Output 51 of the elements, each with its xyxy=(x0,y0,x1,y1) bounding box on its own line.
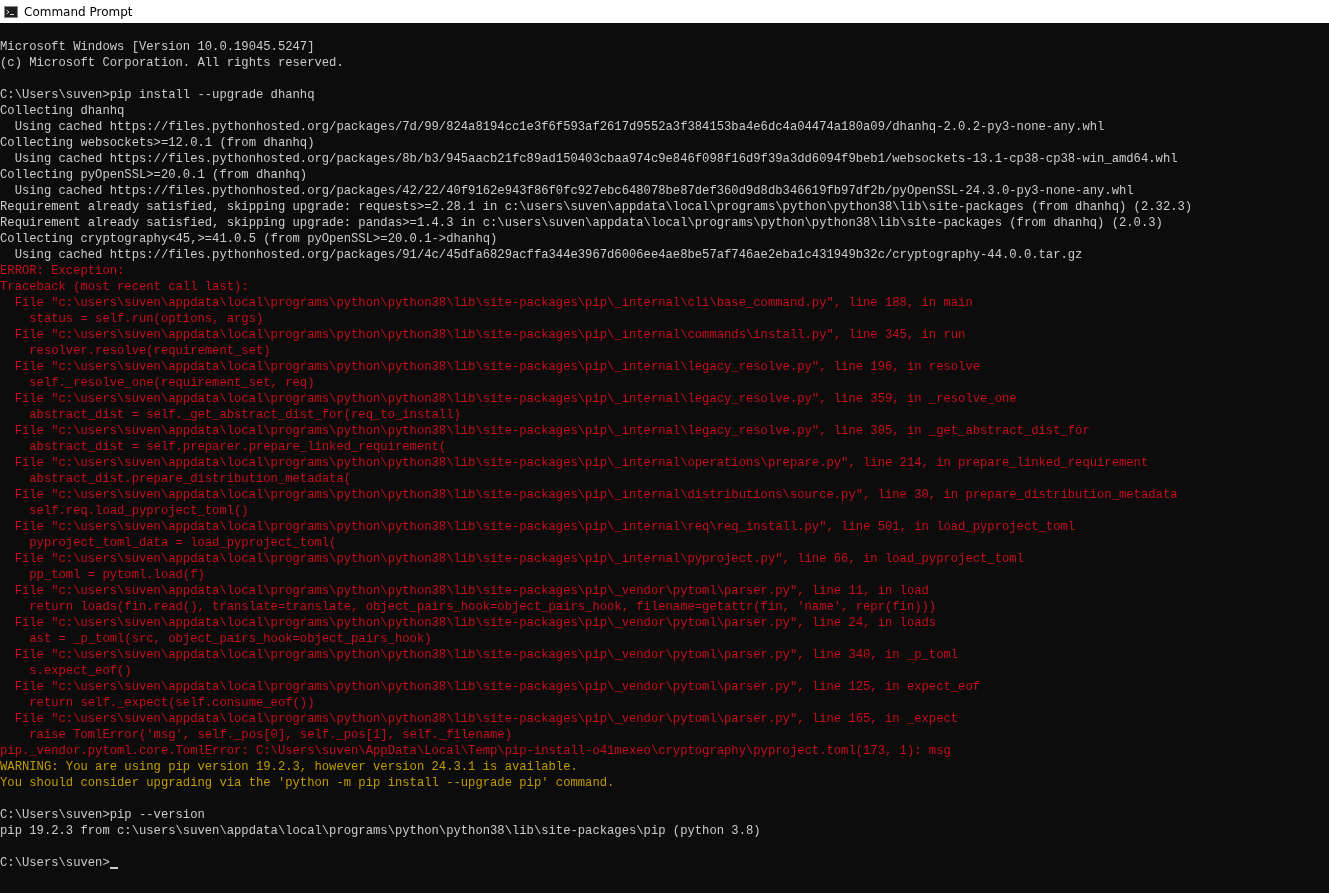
console-line: File "c:\users\suven\appdata\local\programs\python\python38\lib\site-packages\pip\_vendor\pytoml\parser.py", line 340, in _p_toml xyxy=(13,647,959,663)
console-line: Using cached https://files.pythonhosted.org/packages/91/4c/45dfa6829acffa344e3967d6006ee4ae8be57af746ae2eba1c431949b32c/cryptography-44.0.0.tar.gz xyxy=(13,247,1083,263)
console-line: Requirement already satisfied, skipping upgrade: pandas>=1.4.3 in c:\users\suven\appdata\local\programs\python\python38\lib\site-packages (from dhanhq) (2.0.3) xyxy=(0,215,1163,231)
console-line: File "c:\users\suven\appdata\local\programs\python\python38\lib\site-packages\pip\_vendor\pytoml\parser.py", line 24, in loads xyxy=(13,615,937,631)
console-line: File "c:\users\suven\appdata\local\programs\python\python38\lib\site-packages\pip\_internal\distributions\source.py", line 30, in prepare_distribution_metadata xyxy=(13,487,1178,503)
console-line: C:\Users\suven>pip --version xyxy=(0,807,205,823)
console-line: pip._vendor.pytoml.core.TomlError: C:\Users\suven\AppData\Local\Temp\pip-install-o41mexeo\cryptography\pyproject.toml(173, 1): msg xyxy=(0,743,951,759)
console-line: File "c:\users\suven\appdata\local\programs\python\python38\lib\site-packages\pip\_internal\cli\base_command.py", line 188, in main xyxy=(13,295,973,311)
console-line: Using cached https://files.pythonhosted.org/packages/42/22/40f9162e943f86f0fc927ebc648078be87def360d9d8db346619fb97df2b/pyOpenSSL-24.3.0-py3-none-any.whl xyxy=(13,183,1134,199)
console-line: Using cached https://files.pythonhosted.org/packages/8b/b3/945aacb21fc89ad150403cbaa974c9e846f098f16d9f39a3dd6094f9beb1/websockets-13.1-cp38-cp38-win_amd64.whl xyxy=(13,151,1178,167)
console-line: File "c:\users\suven\appdata\local\programs\python\python38\lib\site-packages\pip\_internal\legacy_resolve.py", line 359, in _resolve_one xyxy=(13,391,1017,407)
console-line: abstract_dist = self._get_abstract_dist_for(req_to_install) xyxy=(28,407,461,423)
window-title: Command Prompt xyxy=(24,4,133,19)
console-line: Collecting pyOpenSSL>=20.0.1 (from dhanhq) xyxy=(0,167,308,183)
console-line: File "c:\users\suven\appdata\local\programs\python\python38\lib\site-packages\pip\_vendor\pytoml\parser.py", line 165, in _expect xyxy=(13,711,959,727)
console-line: raise TomlError('msg', self._pos[0], self._pos[1], self._filename) xyxy=(28,727,512,743)
console-line: return loads(fin.read(), translate=translate, object_pairs_hook=object_pairs_hook, filename=getattr(fin, 'name', repr(fin))) xyxy=(28,599,937,615)
console-line: pyproject_toml_data = load_pyproject_toml( xyxy=(28,535,337,551)
console-line: ERROR: Exception: xyxy=(0,263,125,279)
console-line: File "c:\users\suven\appdata\local\programs\python\python38\lib\site-packages\pip\_vendor\pytoml\parser.py", line 125, in expect_eof xyxy=(13,679,981,695)
console-line: Using cached https://files.pythonhosted.org/packages/7d/99/824a8194cc1e3f6f593af2617d9552a3f384153ba4e6dc4a04474a180a09/dhanhq-2.0.2-py3-none-any.whl xyxy=(13,119,1105,135)
console-line: pip 19.2.3 from c:\users\suven\appdata\local\programs\python\python38\lib\site-packages\pip (python 3.8) xyxy=(0,823,761,839)
console-line: s.expect_eof() xyxy=(28,663,132,679)
console-line: return self._expect(self.consume_eof()) xyxy=(28,695,315,711)
console-line: File "c:\users\suven\appdata\local\programs\python\python38\lib\site-packages\pip\_internal\operations\prepare.py", line 214, in prepare_linked_requirement xyxy=(13,455,1149,471)
console-line: You should consider upgrading via the 'python -m pip install --upgrade pip' command. xyxy=(0,775,615,791)
console-line: File "c:\users\suven\appdata\local\programs\python\python38\lib\site-packages\pip\_internal\commands\install.py", line 345, in run xyxy=(13,327,966,343)
console-line: resolver.resolve(requirement_set) xyxy=(28,343,271,359)
console-line: File "c:\users\suven\appdata\local\programs\python\python38\lib\site-packages\pip\_internal\pyproject.py", line 66, in load_pyproject_toml xyxy=(13,551,1024,567)
console-line: self._resolve_one(requirement_set, req) xyxy=(28,375,315,391)
console-line: Collecting cryptography<45,>=41.0.5 (from pyOpenSSL>=20.0.1->dhanhq) xyxy=(0,231,498,247)
console-line: Collecting websockets>=12.0.1 (from dhanhq) xyxy=(0,135,315,151)
console-line: Collecting dhanhq xyxy=(0,103,125,119)
console-line: C:\Users\suven>pip install --upgrade dhanhq xyxy=(0,87,315,103)
console-line: status = self.run(options, args) xyxy=(28,311,264,327)
console-line: ast = _p_toml(src, object_pairs_hook=object_pairs_hook) xyxy=(28,631,432,647)
console-line: Microsoft Windows [Version 10.0.19045.5247] xyxy=(0,39,315,55)
console-line: abstract_dist.prepare_distribution_metadata( xyxy=(28,471,352,487)
console-line: File "c:\users\suven\appdata\local\programs\python\python38\lib\site-packages\pip\_internal\legacy_resolve.py", line 196, in resolve xyxy=(13,359,981,375)
console-line: pp_toml = pytoml.load(f) xyxy=(28,567,205,583)
console-line: self.req.load_pyproject_toml() xyxy=(28,503,249,519)
console-line: File "c:\users\suven\appdata\local\programs\python\python38\lib\site-packages\pip\_internal\req\req_install.py", line 501, in load_pyproject_toml xyxy=(13,519,1076,535)
console-line: File "c:\users\suven\appdata\local\programs\python\python38\lib\site-packages\pip\_internal\legacy_resolve.py", line 305, in _get_abstract_dist_for xyxy=(13,423,1090,439)
console-line: C:\Users\suven> xyxy=(0,855,110,871)
console-line: (c) Microsoft Corporation. All rights reserved. xyxy=(0,55,344,71)
terminal-icon xyxy=(4,5,18,18)
console-line: abstract_dist = self.preparer.prepare_linked_requirement( xyxy=(28,439,447,455)
console-line: File "c:\users\suven\appdata\local\programs\python\python38\lib\site-packages\pip\_vendor\pytoml\parser.py", line 11, in load xyxy=(13,583,929,599)
console-line: Requirement already satisfied, skipping upgrade: requests>=2.28.1 in c:\users\suven\appdata\local\programs\python\python38\lib\site-packages (from dhanhq) (2.32.3) xyxy=(0,199,1193,215)
console-line: Traceback (most recent call last): xyxy=(0,279,249,295)
console-line: WARNING: You are using pip version 19.2.3, however version 24.3.1 is available. xyxy=(0,759,578,775)
